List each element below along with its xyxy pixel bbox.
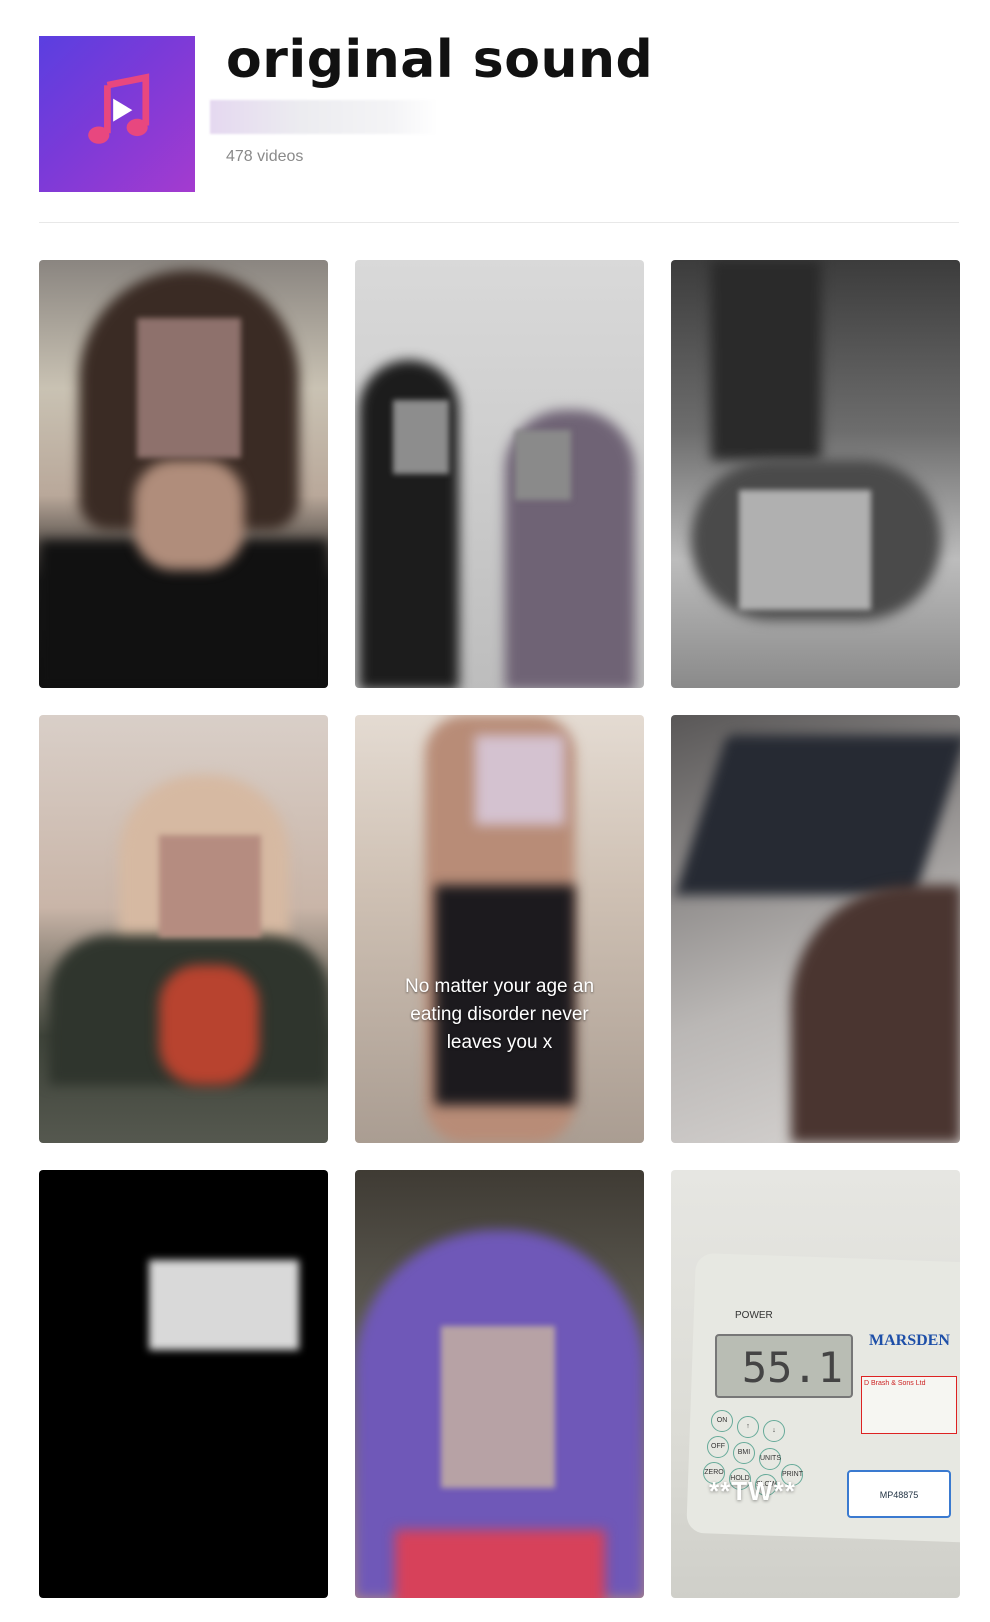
video-thumbnail-1[interactable] xyxy=(39,260,328,688)
on-button: ON xyxy=(711,1410,733,1432)
sound-cover-art[interactable] xyxy=(39,36,195,192)
asset-sticker: MP48875 xyxy=(847,1470,951,1518)
neck-shape xyxy=(134,460,244,570)
window-shape xyxy=(675,735,960,895)
video-thumbnail-2[interactable] xyxy=(355,260,644,688)
face-blur xyxy=(441,1326,555,1488)
shirt-shape xyxy=(395,1530,605,1598)
dealer-sticker: D Brash & Sons Ltd xyxy=(861,1376,957,1434)
video-thumbnail-6[interactable] xyxy=(671,715,960,1143)
hands-shape xyxy=(159,965,259,1085)
video-thumbnail-8[interactable] xyxy=(355,1170,644,1598)
units-button: UNITS xyxy=(759,1448,781,1470)
bmi-button: BMI xyxy=(733,1442,755,1464)
header-divider xyxy=(39,222,959,223)
face-blur xyxy=(159,835,261,937)
video-thumbnail-9[interactable]: POWER 55.1 MARSDEN D Brash & Sons Ltd MP… xyxy=(671,1170,960,1598)
hair-shape xyxy=(791,885,960,1143)
video-thumbnail-3[interactable] xyxy=(671,260,960,688)
video-thumbnail-4[interactable] xyxy=(39,715,328,1143)
up-button: ↑ xyxy=(737,1416,759,1438)
sound-header: original sound 478 videos xyxy=(0,0,990,230)
top-shape xyxy=(475,735,565,825)
video-thumbnail-7[interactable] xyxy=(39,1170,328,1598)
video-caption: No matter your age an eating disorder ne… xyxy=(404,976,595,1053)
face-blur-left xyxy=(393,400,449,474)
scale-brand: MARSDEN xyxy=(869,1332,950,1349)
video-thumbnail-5[interactable]: No matter your age an eating disorder ne… xyxy=(355,715,644,1143)
face-blur xyxy=(137,318,241,458)
video-grid: No matter your age an eating disorder ne… xyxy=(39,260,960,1598)
off-button: OFF xyxy=(707,1436,729,1458)
video-count: 478 videos xyxy=(226,148,304,165)
sound-title: original sound xyxy=(226,30,654,90)
music-note-play-icon xyxy=(88,73,150,144)
down-button: ↓ xyxy=(763,1420,785,1442)
author-name-redacted[interactable] xyxy=(210,100,438,134)
power-label: POWER xyxy=(735,1310,773,1321)
face-blur-right xyxy=(515,430,571,500)
face-blur xyxy=(739,490,871,610)
trigger-warning-caption: **TW** xyxy=(709,1476,796,1506)
scale-display: 55.1 xyxy=(715,1334,853,1398)
screen-glow xyxy=(149,1260,299,1350)
leg-shape xyxy=(711,260,821,460)
